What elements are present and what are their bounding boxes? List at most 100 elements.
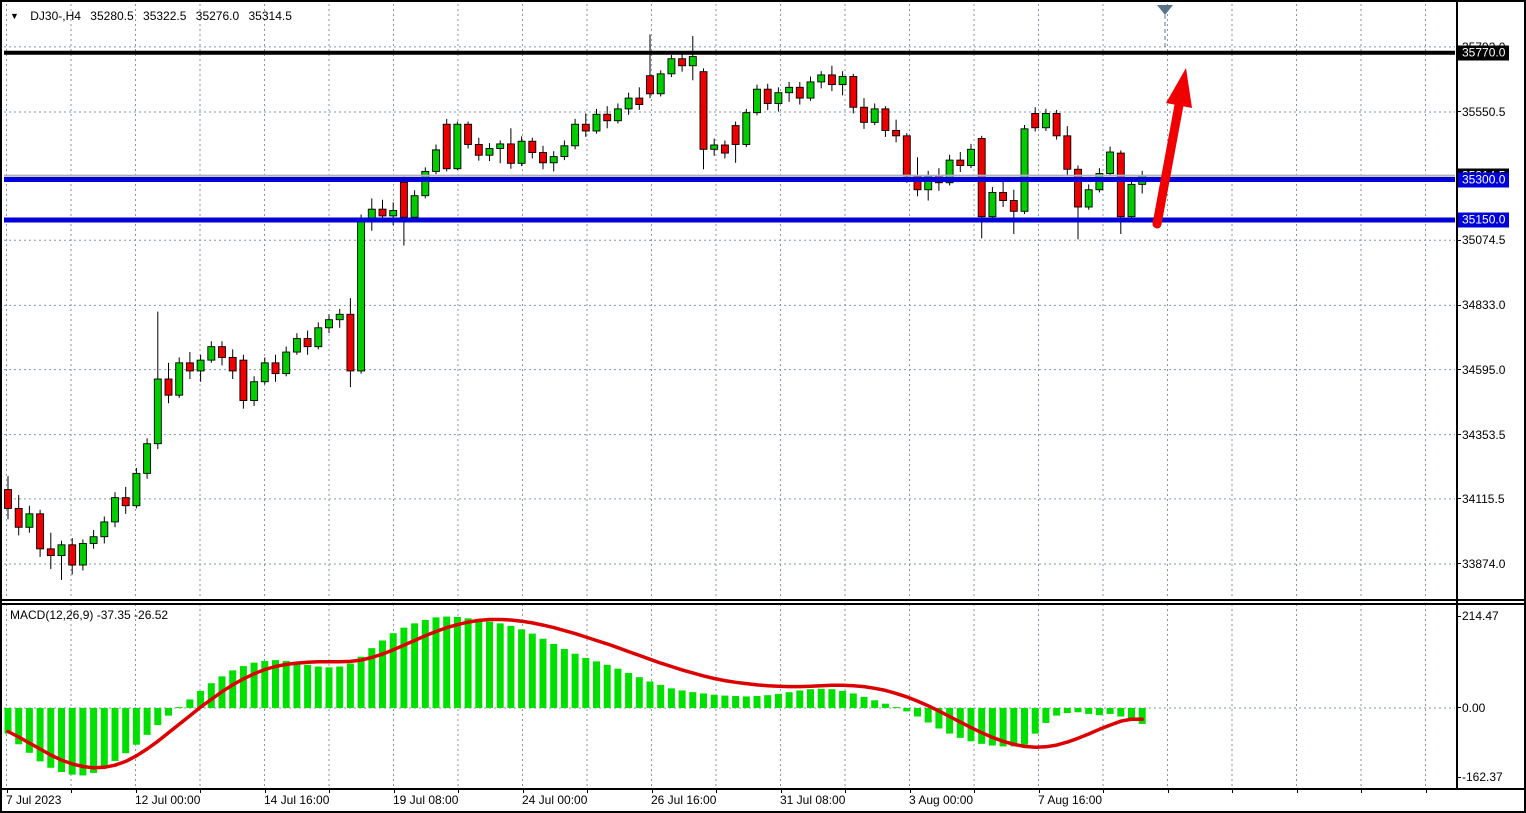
macd-bar bbox=[347, 664, 354, 708]
candle-body bbox=[144, 444, 151, 474]
candle-body bbox=[112, 498, 119, 522]
macd-bar bbox=[454, 617, 461, 708]
macd-bar bbox=[1032, 708, 1039, 734]
macd-bar bbox=[358, 657, 365, 708]
time-axis-label: 3 Aug 00:00 bbox=[909, 793, 973, 807]
macd-bar bbox=[946, 708, 953, 734]
macd-bar bbox=[37, 708, 44, 761]
chart-title: ▼ DJ30-,H4 35280.5 35322.5 35276.0 35314… bbox=[10, 9, 292, 23]
macd-bar bbox=[1096, 708, 1103, 715]
price-level-badge: 35770.0 bbox=[1458, 45, 1509, 60]
macd-bar bbox=[1042, 708, 1049, 723]
candle-body bbox=[90, 537, 97, 544]
price-level-badge: 35300.0 bbox=[1458, 172, 1509, 187]
macd-indicator-label: MACD(12,26,9) -37.35 -26.52 bbox=[10, 608, 168, 622]
candle-body bbox=[261, 363, 268, 382]
macd-bar bbox=[582, 658, 589, 708]
macd-bar bbox=[1053, 708, 1060, 716]
macd-bar bbox=[1010, 708, 1017, 746]
price-axis-label: 34833.0 bbox=[1462, 298, 1505, 312]
candle-body bbox=[764, 89, 771, 103]
macd-bar bbox=[390, 633, 397, 708]
candle-body bbox=[186, 363, 193, 371]
candle-body bbox=[1085, 190, 1092, 207]
macd-bar bbox=[721, 696, 728, 708]
time-axis-label: 14 Jul 16:00 bbox=[264, 793, 329, 807]
pane-splitter-line-bottom[interactable] bbox=[2, 603, 1524, 605]
macd-bar bbox=[475, 620, 482, 708]
candle-body bbox=[69, 545, 76, 565]
ohlc-low: 35276.0 bbox=[196, 9, 239, 23]
macd-bar bbox=[1107, 708, 1114, 714]
chart-canvas[interactable] bbox=[2, 2, 1524, 811]
candle-body bbox=[1064, 136, 1071, 169]
candle-body bbox=[507, 144, 514, 163]
candle-body bbox=[154, 379, 161, 444]
candle-body bbox=[1117, 153, 1124, 217]
macd-bar bbox=[90, 708, 97, 773]
candle-body bbox=[839, 77, 846, 85]
macd-bar bbox=[743, 696, 750, 708]
candle-body bbox=[689, 57, 696, 66]
candle-body bbox=[208, 347, 215, 360]
macd-bar bbox=[529, 634, 536, 708]
macd-bar bbox=[165, 708, 172, 716]
candle-body bbox=[122, 498, 129, 506]
candle-body bbox=[454, 124, 461, 168]
candle-body bbox=[647, 76, 654, 94]
macd-bar bbox=[133, 708, 140, 745]
candle-body bbox=[379, 209, 386, 216]
macd-bar bbox=[871, 700, 878, 708]
gridlines bbox=[4, 4, 1455, 788]
candle-body bbox=[1010, 201, 1017, 212]
candle-body bbox=[411, 196, 418, 218]
pane-splitter-line-top[interactable] bbox=[2, 599, 1524, 601]
time-axis-label: 31 Jul 08:00 bbox=[780, 793, 845, 807]
level-lines[interactable] bbox=[4, 53, 1455, 220]
candle-body bbox=[550, 157, 557, 163]
candle-body bbox=[582, 124, 589, 131]
candle-body bbox=[26, 514, 33, 527]
candle-body bbox=[540, 153, 547, 163]
macd-bar bbox=[1021, 708, 1028, 745]
candle-body bbox=[15, 508, 22, 527]
macd-histogram bbox=[5, 617, 1146, 776]
candle-body bbox=[443, 124, 450, 168]
candle-body bbox=[219, 347, 226, 358]
macd-bar bbox=[925, 708, 932, 723]
candle-body bbox=[465, 124, 472, 144]
candle-body bbox=[229, 357, 236, 370]
candle-body bbox=[315, 328, 322, 347]
trend-arrow[interactable] bbox=[1157, 68, 1192, 224]
candle-body bbox=[679, 59, 686, 66]
candle-body bbox=[326, 320, 333, 328]
price-axis-label: 34595.0 bbox=[1462, 363, 1505, 377]
time-axis-label: 7 Jul 2023 bbox=[6, 793, 61, 807]
macd-bar bbox=[283, 661, 290, 708]
macd-bar bbox=[379, 640, 386, 708]
candle-body bbox=[807, 82, 814, 98]
candle-body bbox=[518, 141, 525, 163]
candle-body bbox=[475, 144, 482, 155]
candle-body bbox=[861, 107, 868, 122]
candle-body bbox=[1053, 113, 1060, 135]
candle-body bbox=[625, 98, 632, 109]
macd-bar bbox=[176, 707, 183, 708]
chart-shift-marker[interactable] bbox=[1157, 5, 1173, 47]
candle-body bbox=[272, 363, 279, 374]
candle-body bbox=[721, 145, 728, 153]
macd-bar bbox=[497, 623, 504, 708]
candle-body bbox=[400, 182, 407, 217]
candle-body bbox=[754, 89, 761, 112]
candle-body bbox=[818, 75, 825, 82]
symbol-dropdown-icon[interactable]: ▼ bbox=[10, 11, 19, 21]
macd-bar bbox=[818, 689, 825, 708]
macd-bar bbox=[1117, 708, 1124, 717]
candle-body bbox=[700, 72, 707, 150]
macd-bar bbox=[914, 708, 921, 717]
candle-body bbox=[358, 220, 365, 371]
macd-bar bbox=[507, 626, 514, 708]
candle-body bbox=[871, 109, 878, 122]
macd-bar bbox=[47, 708, 54, 768]
macd-bar bbox=[315, 667, 322, 708]
